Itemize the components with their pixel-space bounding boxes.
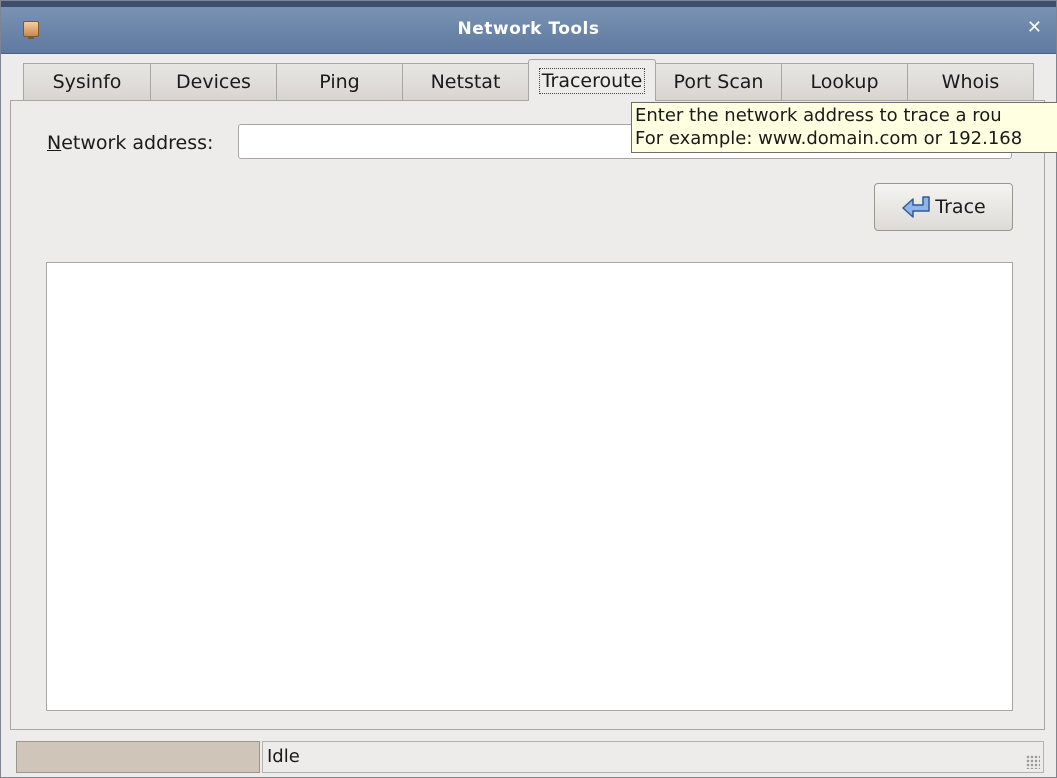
tab-sysinfo[interactable]: Sysinfo — [23, 63, 151, 100]
tab-label: Whois — [941, 71, 1000, 93]
tab-label: Lookup — [810, 71, 879, 93]
tab-port-scan[interactable]: Port Scan — [655, 63, 782, 100]
progress-bar — [16, 741, 260, 773]
trace-arrow-icon — [902, 196, 931, 218]
trace-button-label: Trace — [935, 196, 986, 218]
tab-label: Ping — [319, 71, 360, 93]
close-icon[interactable]: ✕ — [1027, 17, 1042, 38]
title-bar[interactable]: Network Tools ✕ — [1, 1, 1056, 54]
tab-whois[interactable]: Whois — [907, 63, 1034, 100]
network-tools-window: Network Tools ✕ Sysinfo Devices Ping Net… — [0, 0, 1057, 778]
tab-label: Sysinfo — [52, 71, 122, 93]
tooltip-line-2: For example: www.domain.com or 192.168 — [635, 128, 1023, 149]
tab-label: Devices — [176, 71, 251, 93]
tab-ping[interactable]: Ping — [276, 63, 403, 100]
network-address-label-mnemonic: N — [47, 132, 62, 154]
trace-button[interactable]: Trace — [874, 183, 1013, 231]
title-bar-top-strip — [1, 1, 1056, 7]
status-bar: Idle — [16, 741, 1044, 774]
status-text: Idle — [267, 746, 300, 767]
tab-lookup[interactable]: Lookup — [781, 63, 908, 100]
tab-netstat[interactable]: Netstat — [402, 63, 529, 100]
network-address-label-text: etwork address: — [61, 132, 214, 154]
tab-traceroute[interactable]: Traceroute — [528, 59, 656, 101]
network-address-label: Network address: — [47, 132, 213, 154]
tab-label: Port Scan — [673, 71, 764, 93]
network-address-tooltip: Enter the network address to trace a rou… — [631, 102, 1057, 153]
tab-devices[interactable]: Devices — [150, 63, 277, 100]
status-text-box: Idle — [262, 741, 1044, 773]
tooltip-line-1: Enter the network address to trace a rou — [635, 105, 1002, 126]
tab-label: Netstat — [430, 71, 501, 93]
resize-grip-icon[interactable] — [1026, 755, 1040, 769]
traceroute-output[interactable] — [46, 262, 1013, 711]
window-title: Network Tools — [457, 19, 600, 39]
tab-label: Traceroute — [538, 67, 646, 94]
